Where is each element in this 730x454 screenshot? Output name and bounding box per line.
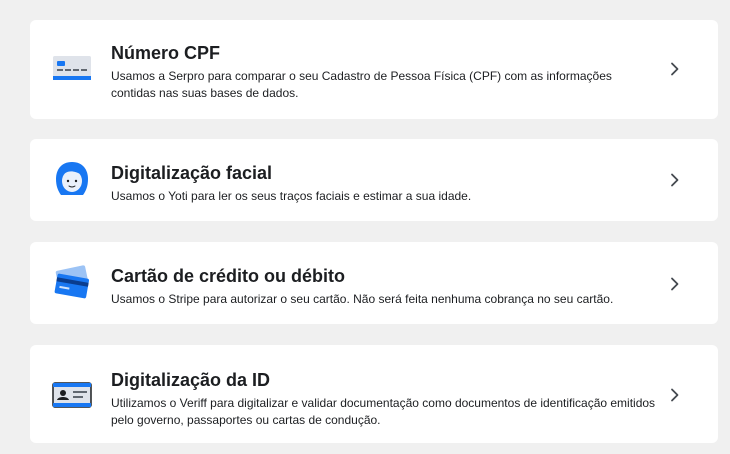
chevron-right-icon	[668, 173, 682, 187]
option-cpf-card[interactable]: Número CPF Usamos a Serpro para comparar…	[30, 20, 718, 119]
option-description: Utilizamos o Veriff para digitalizar e v…	[111, 396, 656, 427]
option-id-scan-card[interactable]: Digitalização da ID Utilizamos o Veriff …	[30, 345, 718, 443]
credit-card-icon	[50, 262, 94, 302]
option-face-scan-card[interactable]: Digitalização facial Usamos o Yoti para …	[30, 139, 718, 221]
id-card-icon	[50, 375, 94, 415]
option-title: Digitalização facial	[111, 163, 273, 183]
option-title: Cartão de crédito ou débito	[111, 266, 346, 286]
option-description: Usamos o Stripe para autorizar o seu car…	[111, 292, 614, 306]
option-description: Usamos o Yoti para ler os seus traços fa…	[111, 189, 472, 203]
option-credit-card-card[interactable]: Cartão de crédito ou débito Usamos o Str…	[30, 242, 718, 324]
chevron-right-icon	[668, 277, 682, 291]
cpf-card-icon	[50, 48, 94, 88]
chevron-right-icon	[668, 62, 682, 76]
option-title: Número CPF	[111, 43, 221, 63]
chevron-right-icon	[668, 388, 682, 402]
option-description: Usamos a Serpro para comparar o seu Cada…	[111, 69, 612, 100]
face-scan-icon	[50, 159, 94, 199]
option-title: Digitalização da ID	[111, 370, 271, 390]
